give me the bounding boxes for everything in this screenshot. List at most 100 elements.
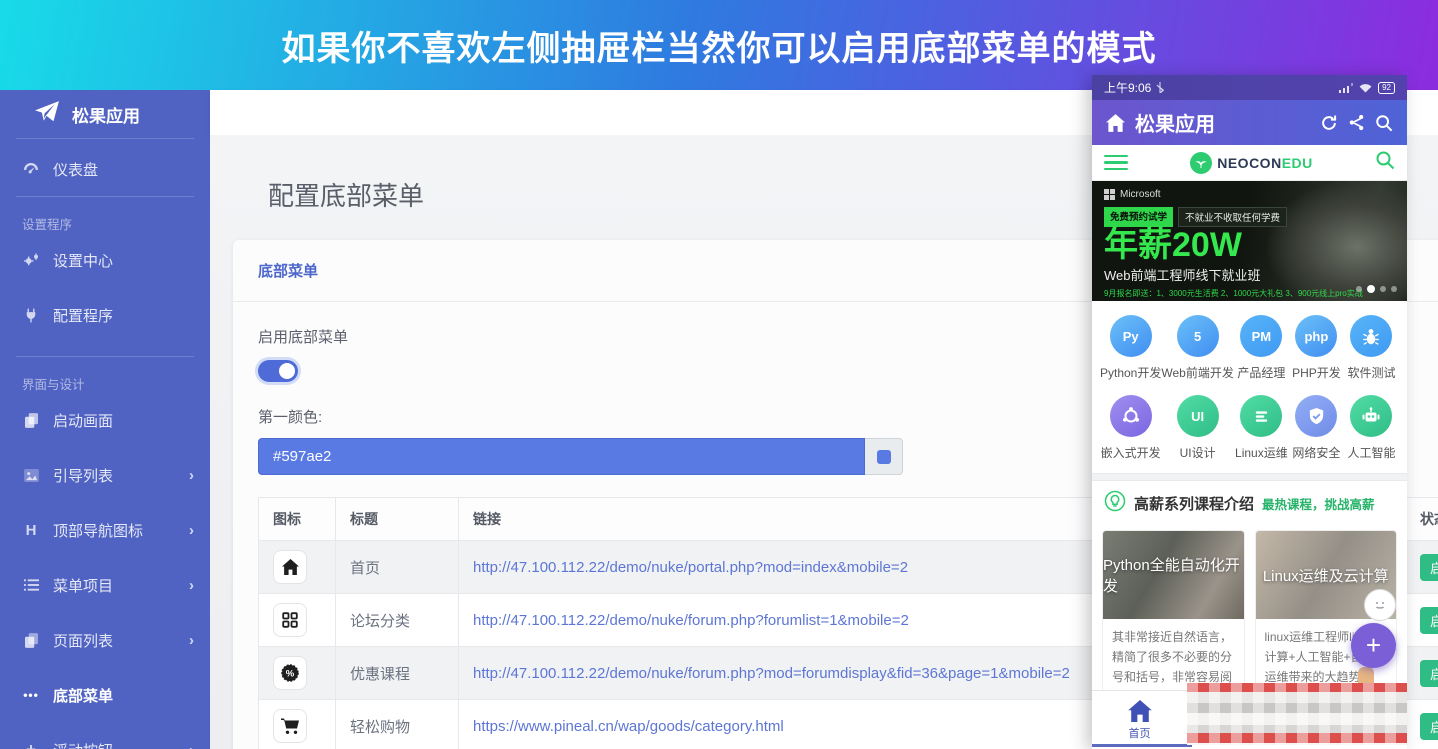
lightbulb-icon bbox=[1104, 490, 1126, 517]
sidebar-item-top-nav-icons[interactable]: H 顶部导航图标 › bbox=[0, 516, 210, 544]
sidebar-item-bottom-menu[interactable]: ••• 底部菜单 bbox=[0, 681, 210, 709]
chevron-right-icon: › bbox=[189, 631, 194, 649]
course-title: Python全能自动化开发 bbox=[1103, 557, 1240, 595]
carousel-dots bbox=[1356, 285, 1397, 293]
course-title: Linux运维及云计算 bbox=[1262, 567, 1389, 585]
app-logo-label: 松果应用 bbox=[72, 106, 140, 126]
plus-icon: + bbox=[22, 740, 40, 749]
category-python: Py Python开发 bbox=[1100, 315, 1161, 381]
ellipsis-icon: ••• bbox=[23, 688, 39, 702]
paper-plane-icon bbox=[34, 100, 60, 129]
sidebar-item-dashboard[interactable]: 仪表盘 bbox=[0, 155, 210, 183]
sidebar-item-menu-items[interactable]: 菜单项目 › bbox=[0, 571, 210, 599]
column-header-title: 标题 bbox=[335, 497, 459, 541]
category-php: php PHP开发 bbox=[1289, 315, 1344, 381]
chevron-right-icon: › bbox=[189, 521, 194, 539]
row-title: 优惠课程 bbox=[335, 646, 459, 700]
sidebar-item-label: 菜单项目 bbox=[53, 577, 114, 595]
active-tab-underline bbox=[1092, 744, 1192, 747]
dashboard-icon bbox=[22, 162, 40, 176]
first-color-input[interactable] bbox=[258, 438, 865, 475]
html5-icon: 5 bbox=[1176, 315, 1219, 357]
site-search-icon bbox=[1375, 150, 1395, 175]
sidebar-item-label: 设置中心 bbox=[53, 252, 114, 270]
home-icon bbox=[273, 550, 307, 584]
panel-title: 底部菜单 bbox=[258, 263, 319, 280]
cart-icon bbox=[273, 709, 307, 743]
color-swatch bbox=[876, 449, 891, 464]
microsoft-squares-icon bbox=[1104, 189, 1115, 200]
gears-icon bbox=[22, 253, 40, 267]
python-icon: Py bbox=[1109, 315, 1152, 357]
home-icon bbox=[1127, 699, 1152, 722]
category-ui-design: UI UI设计 bbox=[1161, 395, 1233, 461]
hero-badge-secondary: 不就业不收取任何学费 bbox=[1178, 207, 1288, 227]
chevron-right-icon: › bbox=[189, 742, 194, 749]
sidebar-item-settings-center[interactable]: 设置中心 bbox=[0, 246, 210, 274]
site-brand: NEOCONEDU bbox=[1128, 151, 1375, 174]
hero-carousel-slide: Microsoft 免费预约试学 不就业不收取任何学费 年薪20W Web前端工… bbox=[1092, 181, 1407, 301]
phone-preview-screenshot: 上午9:06 92 松果应用 NEOCONEDU Microsoft 免费预约试… bbox=[1092, 75, 1407, 749]
plug-icon bbox=[22, 308, 40, 323]
category-ai: 人工智能 bbox=[1344, 395, 1399, 461]
toggle-knob bbox=[279, 363, 295, 379]
row-link[interactable]: http://47.100.112.22/demo/nuke/forum.php… bbox=[473, 665, 1070, 682]
censored-mosaic bbox=[1187, 683, 1407, 745]
status-time: 上午9:06 bbox=[1104, 81, 1152, 95]
course-section-subtitle: 最热课程，挑战高薪 bbox=[1262, 498, 1375, 512]
sidebar-item-label: 启动画面 bbox=[53, 412, 114, 430]
row-title: 论坛分类 bbox=[335, 593, 459, 647]
course-description: 其非常接近自然语言，精简了很多不必要的分号和括号，非常容易阅读理解。 bbox=[1112, 630, 1233, 684]
wifi-icon bbox=[1359, 83, 1372, 93]
category-grid: Py Python开发 5 Web前端开发 PM 产品经理 php PHP开发 … bbox=[1092, 301, 1407, 473]
category-embedded: 嵌入式开发 bbox=[1100, 395, 1161, 461]
server-list-icon bbox=[1240, 395, 1283, 437]
heading-icon: H bbox=[25, 521, 37, 539]
status-badge: 启用 bbox=[1420, 606, 1438, 634]
share-icon bbox=[1348, 114, 1365, 131]
app-logo[interactable]: 松果应用 bbox=[0, 90, 210, 138]
sidebar-item-label: 底部菜单 bbox=[53, 687, 114, 705]
hero-subheadline: Web前端工程师线下就业班 bbox=[1104, 268, 1261, 283]
sidebar: 松果应用 仪表盘 设置程序 设置中心 配置程序 界面与设计 启动画面 引导列表 … bbox=[0, 90, 210, 749]
signal-icon bbox=[1339, 82, 1354, 93]
floating-add-button: + bbox=[1351, 623, 1396, 668]
grid-icon bbox=[273, 603, 307, 637]
enable-bottom-menu-toggle[interactable] bbox=[258, 360, 298, 382]
sidebar-item-splash-screen[interactable]: 启动画面 bbox=[0, 406, 210, 434]
sidebar-item-label: 仪表盘 bbox=[53, 161, 99, 179]
shield-icon bbox=[1295, 395, 1338, 437]
row-link[interactable]: https://www.pineal.cn/wap/goods/category… bbox=[473, 718, 784, 735]
row-link[interactable]: http://47.100.112.22/demo/nuke/portal.ph… bbox=[473, 559, 908, 576]
brand-logo-icon bbox=[1190, 151, 1213, 174]
category-web-frontend: 5 Web前端开发 bbox=[1161, 315, 1234, 381]
phone-status-bar: 上午9:06 92 bbox=[1092, 75, 1407, 100]
column-header-icon: 图标 bbox=[258, 497, 336, 541]
sidebar-item-configure-app[interactable]: 配置程序 bbox=[0, 301, 210, 329]
sidebar-section-settings: 设置程序 bbox=[22, 218, 73, 232]
sidebar-item-floating-button[interactable]: + 浮动按钮 › bbox=[0, 736, 210, 749]
bug-icon bbox=[1350, 315, 1393, 357]
hero-badge-primary: 免费预约试学 bbox=[1104, 207, 1174, 227]
sidebar-item-guide-list[interactable]: 引导列表 › bbox=[0, 461, 210, 489]
percent-badge-icon: % bbox=[273, 656, 307, 690]
course-image: Python全能自动化开发 bbox=[1103, 531, 1244, 619]
php-icon: php bbox=[1295, 315, 1338, 357]
first-color-group bbox=[258, 438, 903, 475]
category-software-testing: 软件测试 bbox=[1344, 315, 1399, 381]
microsoft-label: Microsoft bbox=[1120, 189, 1161, 200]
page-title: 配置底部菜单 bbox=[268, 181, 425, 211]
sidebar-item-page-list[interactable]: 页面列表 › bbox=[0, 626, 210, 654]
chevron-right-icon: › bbox=[189, 466, 194, 484]
sidebar-item-label: 页面列表 bbox=[53, 632, 114, 650]
category-linux-ops: Linux运维 bbox=[1234, 395, 1289, 461]
course-section-header: 高薪系列课程介绍 最热课程，挑战高薪 bbox=[1092, 481, 1407, 526]
brand-text: NEOCON bbox=[1217, 154, 1282, 171]
refresh-icon bbox=[1320, 114, 1338, 132]
color-picker-button[interactable] bbox=[865, 438, 903, 475]
sidebar-item-label: 配置程序 bbox=[53, 307, 114, 325]
row-title: 首页 bbox=[335, 540, 459, 594]
row-link[interactable]: http://47.100.112.22/demo/nuke/forum.php… bbox=[473, 612, 909, 629]
hero-promo-note: 9月报名即送：1、3000元生活费 2、1000元大礼包 3、900元线上pro… bbox=[1104, 289, 1363, 298]
divider bbox=[16, 196, 194, 197]
